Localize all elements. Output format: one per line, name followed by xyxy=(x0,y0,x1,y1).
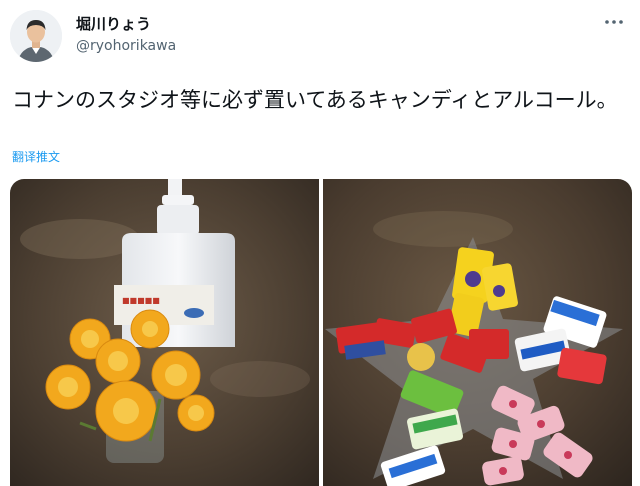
tweet-text: コナンのスタジオ等に必ず置いてあるキャンディとアルコール。 xyxy=(12,88,618,112)
svg-text:■■■■■: ■■■■■ xyxy=(122,296,160,305)
more-options-icon[interactable] xyxy=(602,10,626,34)
user-names: 堀川りょう @ryohorikawa xyxy=(76,14,176,56)
tweet-header: 堀川りょう @ryohorikawa xyxy=(0,0,640,70)
avatar[interactable] xyxy=(10,10,62,62)
display-name[interactable]: 堀川りょう xyxy=(76,14,176,34)
translate-tweet-link[interactable]: 翻译推文 xyxy=(12,148,60,165)
candy-plate-photo[interactable] xyxy=(323,179,632,486)
user-handle[interactable]: @ryohorikawa xyxy=(76,36,176,56)
tweet-media: ■■■■■ xyxy=(10,179,632,486)
avatar-photo-icon xyxy=(10,10,62,62)
sanitizer-and-flowers-photo[interactable]: ■■■■■ xyxy=(10,179,319,486)
